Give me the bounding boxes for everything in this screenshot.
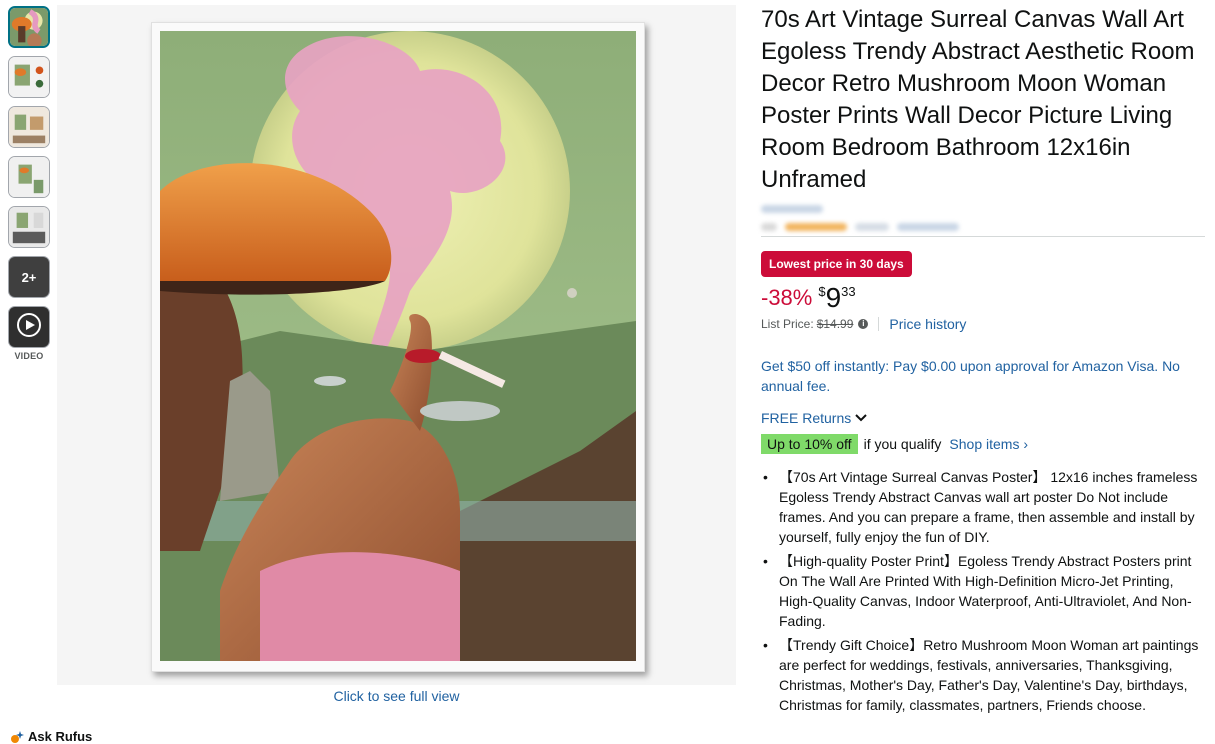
rufus-sparkle-icon bbox=[10, 730, 24, 744]
deal-badge: Lowest price in 30 days bbox=[761, 251, 912, 277]
ask-rufus-label: Ask Rufus bbox=[28, 729, 93, 744]
up-to-off-badge: Up to 10% off bbox=[761, 434, 858, 454]
thumbnail-3[interactable] bbox=[8, 106, 50, 148]
feature-bullet-3: 【Trendy Gift Choice】Retro Mushroom Moon … bbox=[761, 635, 1205, 715]
discount-percent: -38% bbox=[761, 285, 813, 310]
product-details: 70s Art Vintage Surreal Canvas Wall Art … bbox=[761, 4, 1205, 719]
thumbnail-2[interactable] bbox=[8, 56, 50, 98]
price-fraction: 33 bbox=[841, 284, 856, 299]
price-symbol: $ bbox=[818, 284, 826, 299]
shop-items-link[interactable]: Shop items › bbox=[949, 436, 1028, 452]
click-full-view-link[interactable]: Click to see full view bbox=[57, 688, 736, 704]
thumbnail-4[interactable] bbox=[8, 156, 50, 198]
thumbnail-1[interactable] bbox=[8, 6, 50, 48]
main-product-image[interactable] bbox=[57, 5, 736, 685]
thumbnail-5[interactable] bbox=[8, 206, 50, 248]
feature-bullet-2: 【High-quality Poster Print】Egoless Trend… bbox=[761, 551, 1205, 631]
more-images-button[interactable]: 2+ bbox=[8, 256, 50, 298]
rating-row-blurred[interactable] bbox=[761, 220, 1205, 234]
price-history-link[interactable]: Price history bbox=[889, 316, 966, 332]
feature-bullet-1: 【70s Art Vintage Surreal Canvas Poster】 … bbox=[761, 467, 1205, 547]
qualify-text: if you qualify bbox=[863, 436, 942, 452]
chevron-down-icon bbox=[855, 410, 867, 426]
separator bbox=[878, 317, 880, 331]
free-returns-label: FREE Returns bbox=[761, 410, 852, 426]
video-thumbnail[interactable] bbox=[8, 306, 50, 348]
poster-artwork bbox=[160, 31, 636, 661]
thumbnail-rail: 2+ VIDEO bbox=[8, 6, 50, 361]
divider bbox=[761, 236, 1205, 237]
store-link-blurred[interactable] bbox=[761, 200, 1205, 214]
discount-qualify-row: Up to 10% off if you qualify Shop items … bbox=[761, 434, 1205, 454]
feature-bullets: 【70s Art Vintage Surreal Canvas Poster】 … bbox=[761, 467, 1205, 715]
ask-rufus-button[interactable]: Ask Rufus bbox=[10, 729, 92, 744]
price-block: -38% $ 9 33 bbox=[761, 284, 1205, 312]
video-label: VIDEO bbox=[14, 351, 44, 361]
price-whole: 9 bbox=[825, 282, 842, 313]
free-returns-dropdown[interactable]: FREE Returns bbox=[761, 410, 1205, 426]
play-icon bbox=[16, 312, 42, 343]
info-icon[interactable]: i bbox=[858, 319, 869, 329]
visa-offer-link[interactable]: Get $50 off instantly: Pay $0.00 upon ap… bbox=[761, 356, 1205, 396]
list-price-row: List Price: $14.99 i Price history bbox=[761, 316, 1205, 332]
list-price-label: List Price: bbox=[761, 317, 814, 331]
poster-frame bbox=[151, 22, 645, 672]
list-price-value: $14.99 bbox=[816, 317, 854, 331]
product-title: 70s Art Vintage Surreal Canvas Wall Art … bbox=[761, 6, 1195, 193]
